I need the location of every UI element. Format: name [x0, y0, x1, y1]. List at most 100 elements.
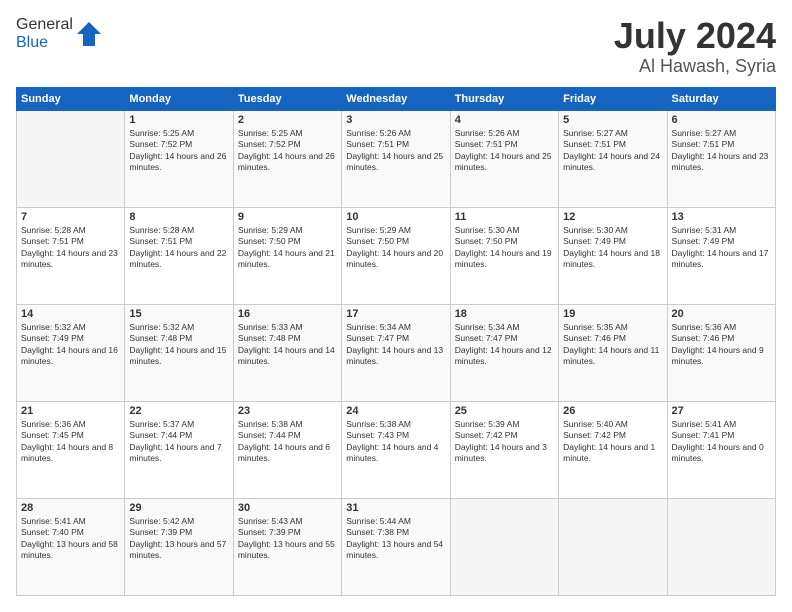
col-tuesday: Tuesday: [233, 87, 341, 110]
day-number: 1: [129, 114, 228, 126]
day-number: 15: [129, 308, 228, 320]
daylight-text: Daylight: 14 hours and 7 minutes.: [129, 442, 228, 465]
col-monday: Monday: [125, 87, 233, 110]
col-thursday: Thursday: [450, 87, 558, 110]
sunrise-text: Sunrise: 5:36 AM: [672, 322, 771, 333]
page-header: General Blue July 2024 Al Hawash, Syria: [16, 16, 776, 77]
day-number: 16: [238, 308, 337, 320]
sunrise-text: Sunrise: 5:42 AM: [129, 516, 228, 527]
sunset-text: Sunset: 7:49 PM: [672, 236, 771, 247]
col-saturday: Saturday: [667, 87, 775, 110]
subtitle: Al Hawash, Syria: [614, 56, 776, 77]
day-number: 20: [672, 308, 771, 320]
table-row: 17 Sunrise: 5:34 AM Sunset: 7:47 PM Dayl…: [342, 304, 450, 401]
sunset-text: Sunset: 7:41 PM: [672, 430, 771, 441]
sunrise-text: Sunrise: 5:29 AM: [238, 225, 337, 236]
table-row: 19 Sunrise: 5:35 AM Sunset: 7:46 PM Dayl…: [559, 304, 667, 401]
sunset-text: Sunset: 7:47 PM: [455, 333, 554, 344]
sunset-text: Sunset: 7:39 PM: [238, 527, 337, 538]
sunrise-text: Sunrise: 5:28 AM: [129, 225, 228, 236]
day-number: 14: [21, 308, 120, 320]
day-number: 2: [238, 114, 337, 126]
daylight-text: Daylight: 14 hours and 11 minutes.: [563, 345, 662, 368]
daylight-text: Daylight: 14 hours and 4 minutes.: [346, 442, 445, 465]
day-number: 29: [129, 502, 228, 514]
sunrise-text: Sunrise: 5:40 AM: [563, 419, 662, 430]
sunset-text: Sunset: 7:48 PM: [129, 333, 228, 344]
sunset-text: Sunset: 7:50 PM: [455, 236, 554, 247]
daylight-text: Daylight: 14 hours and 9 minutes.: [672, 345, 771, 368]
table-row: 6 Sunrise: 5:27 AM Sunset: 7:51 PM Dayli…: [667, 110, 775, 207]
day-number: 19: [563, 308, 662, 320]
daylight-text: Daylight: 14 hours and 20 minutes.: [346, 248, 445, 271]
daylight-text: Daylight: 14 hours and 25 minutes.: [346, 151, 445, 174]
sunset-text: Sunset: 7:51 PM: [21, 236, 120, 247]
daylight-text: Daylight: 14 hours and 15 minutes.: [129, 345, 228, 368]
table-row: [17, 110, 125, 207]
day-number: 28: [21, 502, 120, 514]
table-row: 29 Sunrise: 5:42 AM Sunset: 7:39 PM Dayl…: [125, 498, 233, 595]
logo-icon: [75, 20, 103, 48]
table-row: 30 Sunrise: 5:43 AM Sunset: 7:39 PM Dayl…: [233, 498, 341, 595]
table-row: 8 Sunrise: 5:28 AM Sunset: 7:51 PM Dayli…: [125, 207, 233, 304]
table-row: 4 Sunrise: 5:26 AM Sunset: 7:51 PM Dayli…: [450, 110, 558, 207]
sunset-text: Sunset: 7:48 PM: [238, 333, 337, 344]
title-section: July 2024 Al Hawash, Syria: [614, 16, 776, 77]
sunset-text: Sunset: 7:42 PM: [563, 430, 662, 441]
logo-general-text: General: [16, 16, 73, 33]
daylight-text: Daylight: 14 hours and 0 minutes.: [672, 442, 771, 465]
sunset-text: Sunset: 7:51 PM: [455, 139, 554, 150]
calendar-row: 21 Sunrise: 5:36 AM Sunset: 7:45 PM Dayl…: [17, 401, 776, 498]
daylight-text: Daylight: 14 hours and 3 minutes.: [455, 442, 554, 465]
sunrise-text: Sunrise: 5:44 AM: [346, 516, 445, 527]
table-row: 22 Sunrise: 5:37 AM Sunset: 7:44 PM Dayl…: [125, 401, 233, 498]
day-number: 4: [455, 114, 554, 126]
col-friday: Friday: [559, 87, 667, 110]
col-sunday: Sunday: [17, 87, 125, 110]
table-row: 3 Sunrise: 5:26 AM Sunset: 7:51 PM Dayli…: [342, 110, 450, 207]
sunrise-text: Sunrise: 5:28 AM: [21, 225, 120, 236]
sunrise-text: Sunrise: 5:39 AM: [455, 419, 554, 430]
sunrise-text: Sunrise: 5:38 AM: [238, 419, 337, 430]
table-row: 18 Sunrise: 5:34 AM Sunset: 7:47 PM Dayl…: [450, 304, 558, 401]
table-row: 12 Sunrise: 5:30 AM Sunset: 7:49 PM Dayl…: [559, 207, 667, 304]
daylight-text: Daylight: 14 hours and 8 minutes.: [21, 442, 120, 465]
day-number: 12: [563, 211, 662, 223]
daylight-text: Daylight: 14 hours and 26 minutes.: [238, 151, 337, 174]
table-row: 1 Sunrise: 5:25 AM Sunset: 7:52 PM Dayli…: [125, 110, 233, 207]
sunset-text: Sunset: 7:49 PM: [563, 236, 662, 247]
sunrise-text: Sunrise: 5:43 AM: [238, 516, 337, 527]
logo-blue-text: Blue: [16, 34, 48, 51]
sunset-text: Sunset: 7:44 PM: [238, 430, 337, 441]
table-row: 5 Sunrise: 5:27 AM Sunset: 7:51 PM Dayli…: [559, 110, 667, 207]
sunset-text: Sunset: 7:51 PM: [129, 236, 228, 247]
daylight-text: Daylight: 14 hours and 25 minutes.: [455, 151, 554, 174]
daylight-text: Daylight: 14 hours and 24 minutes.: [563, 151, 662, 174]
table-row: 23 Sunrise: 5:38 AM Sunset: 7:44 PM Dayl…: [233, 401, 341, 498]
day-number: 27: [672, 405, 771, 417]
day-number: 31: [346, 502, 445, 514]
sunset-text: Sunset: 7:42 PM: [455, 430, 554, 441]
sunset-text: Sunset: 7:47 PM: [346, 333, 445, 344]
sunrise-text: Sunrise: 5:32 AM: [21, 322, 120, 333]
daylight-text: Daylight: 14 hours and 23 minutes.: [21, 248, 120, 271]
day-number: 18: [455, 308, 554, 320]
sunset-text: Sunset: 7:38 PM: [346, 527, 445, 538]
sunrise-text: Sunrise: 5:38 AM: [346, 419, 445, 430]
sunset-text: Sunset: 7:50 PM: [346, 236, 445, 247]
day-number: 24: [346, 405, 445, 417]
sunrise-text: Sunrise: 5:37 AM: [129, 419, 228, 430]
sunset-text: Sunset: 7:52 PM: [129, 139, 228, 150]
daylight-text: Daylight: 14 hours and 18 minutes.: [563, 248, 662, 271]
table-row: 7 Sunrise: 5:28 AM Sunset: 7:51 PM Dayli…: [17, 207, 125, 304]
sunrise-text: Sunrise: 5:36 AM: [21, 419, 120, 430]
daylight-text: Daylight: 14 hours and 1 minute.: [563, 442, 662, 465]
sunrise-text: Sunrise: 5:35 AM: [563, 322, 662, 333]
sunset-text: Sunset: 7:46 PM: [672, 333, 771, 344]
sunset-text: Sunset: 7:43 PM: [346, 430, 445, 441]
table-row: 21 Sunrise: 5:36 AM Sunset: 7:45 PM Dayl…: [17, 401, 125, 498]
sunrise-text: Sunrise: 5:26 AM: [346, 128, 445, 139]
day-number: 30: [238, 502, 337, 514]
sunrise-text: Sunrise: 5:41 AM: [21, 516, 120, 527]
day-number: 23: [238, 405, 337, 417]
